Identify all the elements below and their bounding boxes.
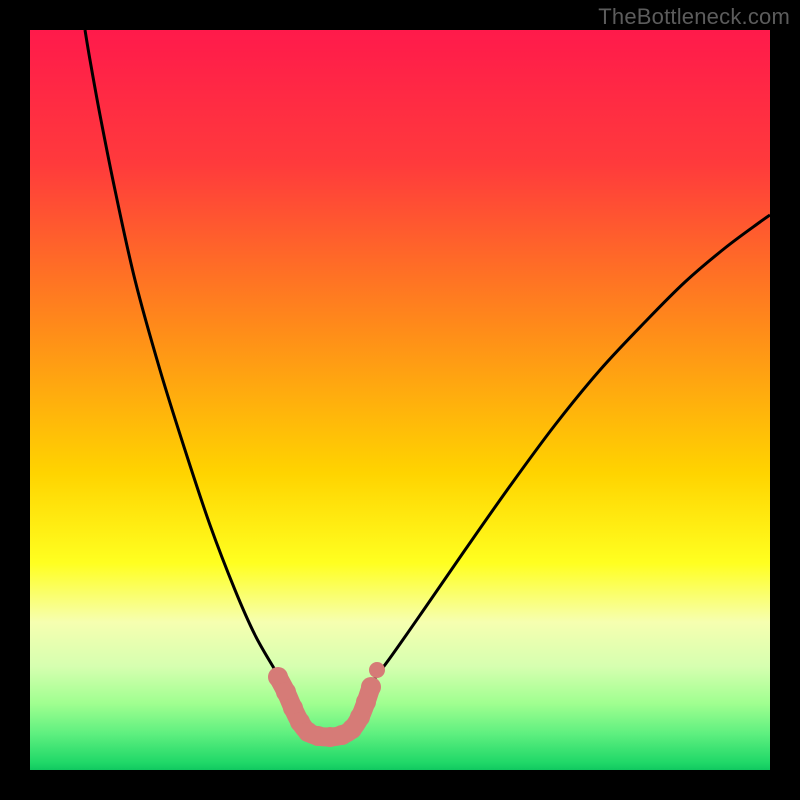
chart-frame: TheBottleneck.com [0, 0, 800, 800]
bottleneck-chart [30, 30, 770, 770]
watermark-text: TheBottleneck.com [598, 4, 790, 30]
valley-dot [361, 677, 381, 697]
gradient-background [30, 30, 770, 770]
valley-dot [369, 662, 385, 678]
plot-area [30, 30, 770, 770]
